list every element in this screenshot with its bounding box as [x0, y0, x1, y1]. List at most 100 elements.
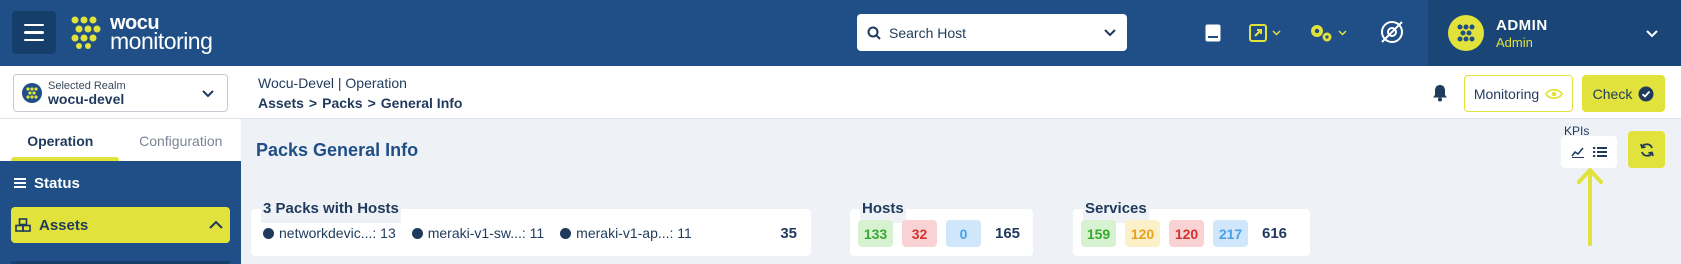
chevron-down-icon [1104, 29, 1116, 37]
pack-dot [560, 227, 572, 239]
realm-icon [22, 83, 42, 103]
menu-line [24, 23, 44, 27]
status-badge[interactable]: 133 [858, 220, 893, 247]
sidebar-item-label: Assets [39, 216, 89, 234]
status-badge[interactable]: 120 [1125, 220, 1160, 247]
chevron-down-icon [1646, 29, 1658, 37]
notifications-button[interactable] [1432, 84, 1448, 107]
logo-text: wocu monitoring [110, 13, 213, 54]
services-card-title: Services [1083, 195, 1149, 223]
sidebar-item-label: Status [34, 174, 80, 192]
status-badge[interactable]: 120 [1169, 220, 1204, 247]
sidebar-item-status[interactable]: Status [0, 165, 241, 201]
check-circle-icon [1638, 86, 1654, 101]
user-logo-icon [1457, 24, 1475, 42]
notes-button[interactable] [1204, 20, 1222, 46]
hosts-card: Hosts 133 32 0 165 [850, 195, 1033, 256]
settings-dropdown[interactable] [1308, 20, 1347, 46]
realm-label: Selected Realm [48, 79, 126, 92]
user-names: ADMIN Admin [1496, 17, 1645, 50]
external-link-dropdown[interactable] [1248, 20, 1281, 46]
chevron-down-icon [1338, 30, 1347, 36]
hosts-card-title: Hosts [860, 195, 906, 223]
pack-dot [411, 227, 423, 239]
connectivity-button[interactable] [1378, 19, 1406, 45]
active-tab-indicator [11, 157, 119, 161]
chevron-up-icon [209, 220, 223, 229]
list-view-icon[interactable] [1593, 146, 1607, 158]
sub-header: Selected Realm wocu-devel Wocu-Devel | O… [0, 66, 1681, 119]
hosts-total: 165 [995, 225, 1021, 242]
chart-view-icon[interactable] [1571, 146, 1585, 158]
search-placeholder: Search Host [889, 24, 967, 41]
realm-selector[interactable]: Selected Realm wocu-devel [13, 74, 228, 112]
page-title: Packs General Info [256, 140, 419, 160]
status-badge[interactable]: 32 [902, 220, 937, 247]
gears-icon [1311, 25, 1332, 42]
list-item[interactable]: meraki-v1-ap... : 11 [560, 225, 692, 241]
pack-count: : 13 [372, 225, 396, 241]
search-icon [867, 26, 881, 40]
realm-text: Selected Realm wocu-devel [48, 80, 201, 107]
external-link-icon [1249, 24, 1267, 42]
logo-mark-icon [71, 16, 101, 49]
packs-list: networkdevic... : 13 meraki-v1-sw... : 1… [263, 225, 708, 241]
list-item[interactable]: networkdevic... : 13 [263, 225, 396, 241]
refresh-button[interactable] [1628, 131, 1665, 168]
main-content: Packs General Info KPIs 3 Packs with Hos… [241, 119, 1681, 264]
user-menu[interactable]: ADMIN Admin [1428, 0, 1681, 66]
status-badge[interactable]: 159 [1081, 220, 1116, 247]
check-button[interactable]: Check [1582, 75, 1665, 112]
pack-name: networkdevic... [279, 225, 373, 241]
pack-name: meraki-v1-ap... [576, 225, 670, 241]
breadcrumb-packs[interactable]: Packs [322, 95, 362, 111]
tab-configuration[interactable]: Configuration [121, 119, 242, 161]
status-badge[interactable]: 217 [1213, 220, 1248, 247]
chevron-down-icon [1272, 30, 1281, 36]
user-name: ADMIN [1496, 16, 1548, 34]
check-label: Check [1592, 85, 1633, 102]
services-total: 616 [1262, 225, 1288, 242]
hamburger-menu-button[interactable] [12, 11, 56, 54]
kpis-label: KPIs [1564, 124, 1590, 138]
services-badges: 159 120 120 217 616 [1081, 220, 1287, 247]
pack-dot [263, 227, 274, 239]
kpi-view-buttons [1561, 136, 1617, 168]
status-badge[interactable]: 0 [946, 220, 981, 247]
user-role: Admin [1496, 34, 1533, 50]
packs-card: 3 Packs with Hosts networkdevic... : 13 … [251, 195, 811, 256]
monitoring-label: Monitoring [1473, 85, 1540, 102]
bell-icon [1433, 85, 1447, 102]
list-item[interactable]: meraki-v1-sw... : 11 [411, 225, 545, 241]
logo-line-2: monitoring [110, 28, 213, 54]
sidebar-tabs: Operation Configuration [0, 119, 241, 161]
packs-card-title: 3 Packs with Hosts [261, 195, 401, 223]
breadcrumb: Assets > Packs > General Info [258, 95, 462, 111]
services-card: Services 159 120 120 217 616 [1073, 195, 1310, 256]
monitoring-button[interactable]: Monitoring [1464, 75, 1573, 112]
pack-count: : 11 [521, 225, 545, 241]
chevron-down-icon [202, 89, 214, 97]
tab-operation[interactable]: Operation [0, 119, 121, 161]
avatar [1448, 15, 1484, 51]
search-host-dropdown[interactable]: Search Host [857, 14, 1127, 51]
sidebar: Operation Configuration Status Assets [0, 119, 241, 264]
kpi-view-toggle: KPIs [1561, 124, 1617, 168]
eye-icon [1545, 88, 1564, 99]
wocu-logo[interactable]: wocu monitoring [70, 13, 213, 54]
packs-total: 35 [780, 225, 797, 242]
breadcrumb-assets[interactable]: Assets [258, 95, 304, 111]
menu-line [24, 38, 44, 42]
arrow-up-annotation-icon [1577, 168, 1603, 246]
pack-count: : 11 [669, 225, 692, 241]
realm-value: wocu-devel [48, 90, 125, 107]
notes-icon [1205, 24, 1221, 42]
breadcrumb-separator: > [308, 95, 318, 111]
hosts-badges: 133 32 0 165 [858, 220, 1020, 247]
breadcrumb-context: Wocu-Devel | Operation [258, 75, 407, 91]
refresh-icon [1639, 142, 1654, 157]
no-signal-icon [1381, 21, 1403, 43]
list-icon [14, 178, 26, 188]
menu-line [24, 31, 44, 34]
sidebar-item-assets[interactable]: Assets [11, 207, 230, 243]
